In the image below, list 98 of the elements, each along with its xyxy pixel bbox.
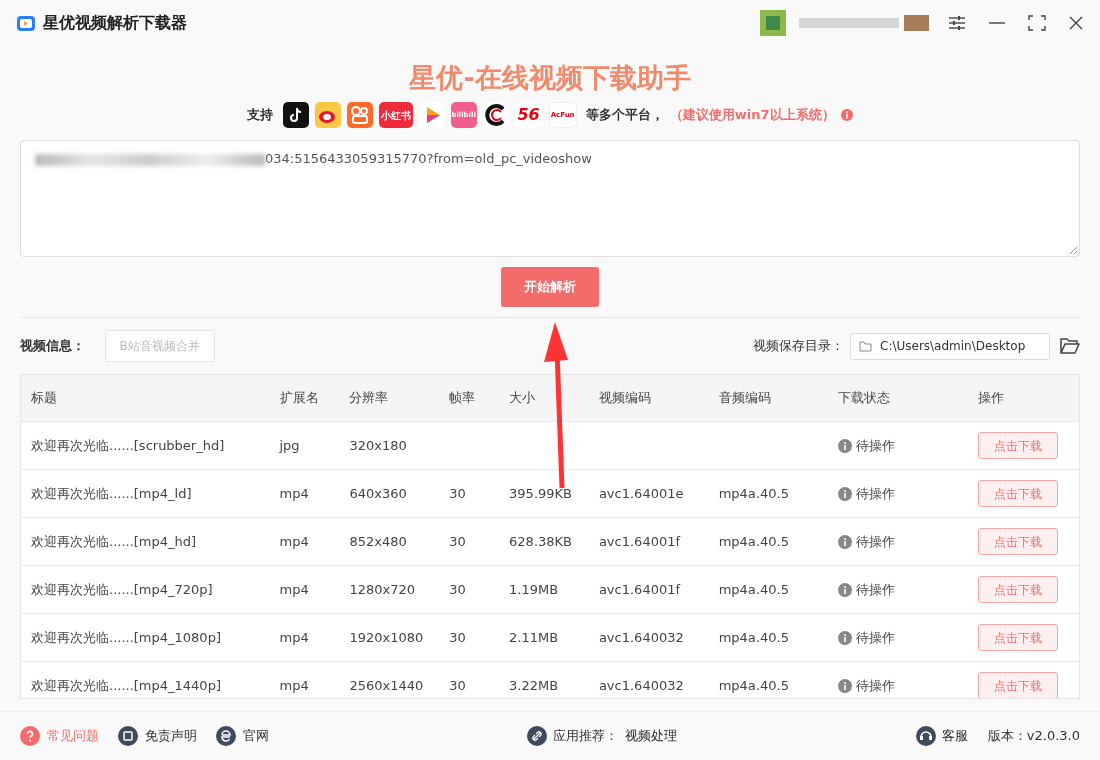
folder-icon: [859, 340, 872, 352]
download-button[interactable]: 点击下载: [978, 480, 1059, 507]
status-text: 待操作: [855, 676, 895, 695]
status-text: 待操作: [855, 436, 895, 455]
table-cell-text: 1920x1080: [348, 628, 425, 647]
app-heading: 星优-在线视频下载助手: [408, 61, 692, 95]
column-header: 视频编码: [597, 389, 652, 408]
download-button[interactable]: 点击下载: [978, 432, 1059, 459]
column-header: 分辨率: [348, 389, 390, 408]
column-header: 扩展名: [278, 389, 320, 408]
avatar-icon: [759, 10, 786, 36]
table-cell-text: 2.11MB: [508, 628, 560, 647]
table-cell-text: 3.22MB: [508, 676, 560, 695]
info-icon: [838, 486, 853, 501]
link-icon: [526, 725, 547, 746]
column-header: 操作: [977, 389, 1006, 408]
platforms-text: 等多个平台，: [585, 106, 664, 125]
save-path-field[interactable]: C:\Users\admin\Desktop: [850, 332, 1050, 360]
url-text: 034:5156433059315770?from=old_pc_videoshow: [265, 151, 592, 166]
download-button[interactable]: 点击下载: [978, 528, 1059, 555]
column-header: 音频编码: [717, 389, 772, 408]
table-cell-text: mp4a.40.5: [717, 484, 790, 503]
column-header: 帧率: [448, 389, 477, 408]
table-cell-text: 320x180: [348, 436, 408, 455]
table-cell-text: avc1.640032: [597, 676, 685, 695]
save-dir-label: 视频保存目录：: [752, 337, 844, 356]
table-cell-text: 640x360: [348, 484, 408, 503]
parse-button[interactable]: 开始解析: [501, 267, 599, 307]
resize-grip-icon: [1069, 246, 1077, 254]
table-cell-text: jpg: [278, 436, 301, 455]
table-cell-text: mp4: [278, 532, 310, 551]
info-icon: [838, 534, 853, 549]
table-cell-text: 30: [448, 532, 467, 551]
table-cell-text: 30: [448, 628, 467, 647]
table-cell-text: 欢迎再次光临......[mp4_1080p]: [30, 628, 222, 647]
table-cell-text: 2560x1440: [348, 676, 425, 695]
table-cell-text: mp4a.40.5: [717, 628, 790, 647]
column-header: 大小: [508, 389, 537, 408]
column-header: 标题: [30, 389, 58, 408]
system-note: （建议使用win7以上系统）: [669, 106, 835, 125]
platform-logo: 56: [514, 102, 543, 128]
table-cell-text: mp4: [278, 580, 310, 599]
app-logo-icon: [16, 13, 36, 33]
table-cell-text: 628.38KB: [508, 532, 573, 551]
settings-icon[interactable]: [948, 15, 966, 31]
download-button[interactable]: 点击下载: [978, 576, 1059, 603]
maximize-icon[interactable]: [1028, 15, 1046, 31]
download-button[interactable]: 点击下载: [978, 624, 1059, 651]
table-cell-text: mp4: [278, 628, 310, 647]
info-icon: [840, 109, 853, 121]
status-text: 待操作: [855, 580, 895, 599]
table-cell-text: avc1.640032: [597, 628, 685, 647]
recommend-label: 应用推荐：: [553, 726, 619, 745]
table-cell-text: mp4a.40.5: [717, 580, 790, 599]
window-title: 星优视频解析下载器: [42, 12, 187, 34]
footer-link[interactable]: 免责声明: [144, 725, 197, 746]
info-icon: [838, 438, 853, 453]
footer-link[interactable]: 官网: [242, 725, 269, 746]
table-cell-text: 30: [448, 580, 467, 599]
info-icon: [838, 630, 853, 645]
service-link[interactable]: 客服: [942, 725, 969, 746]
table-cell-text: mp4: [278, 484, 310, 503]
c-logo-icon: [482, 102, 509, 128]
video-info-label: 视频信息：: [20, 337, 85, 356]
status-text: 待操作: [855, 628, 895, 647]
info-icon: [838, 582, 853, 597]
table-cell-text: 欢迎再次光临......[mp4_1440p]: [30, 676, 222, 695]
footer-link[interactable]: 常见问题: [46, 725, 99, 746]
table-cell-text: 1.19MB: [508, 580, 560, 599]
recommend-link[interactable]: 视频处理: [624, 725, 677, 746]
info-icon: [838, 678, 853, 693]
table-cell-text: mp4a.40.5: [717, 676, 790, 695]
table-cell-text: 欢迎再次光临......[scrubber_hd]: [30, 436, 226, 455]
table-cell-text: 30: [448, 676, 467, 695]
table-cell-text: 1280x720: [348, 580, 416, 599]
close-icon[interactable]: [1068, 15, 1084, 31]
table-cell-text: 30: [448, 484, 467, 503]
support-label: 支持: [247, 106, 274, 125]
play-logo-icon: [418, 102, 445, 128]
table-cell-text: avc1.64001f: [597, 580, 682, 599]
status-text: 待操作: [855, 484, 895, 503]
table-cell-text: avc1.64001f: [597, 532, 682, 551]
headset-icon: [915, 725, 936, 746]
table-cell-text: 852x480: [348, 532, 408, 551]
platform-logo: 小红书: [378, 102, 413, 128]
table-cell-text: avc1.64001e: [597, 484, 685, 503]
table-cell-text: 欢迎再次光临......[mp4_hd]: [30, 532, 198, 551]
table-cell-text: mp4: [278, 676, 310, 695]
table-cell-text: 欢迎再次光临......[mp4_720p]: [30, 580, 214, 599]
table-cell-text: mp4a.40.5: [717, 532, 790, 551]
version-text: 版本：v2.0.3.0: [987, 726, 1080, 745]
column-header: 下载状态: [837, 389, 892, 408]
url-input-field[interactable]: 034:5156433059315770?from=old_pc_videoshow: [20, 140, 1080, 257]
table-cell-text: 395.99KB: [508, 484, 573, 503]
status-text: 待操作: [855, 532, 895, 551]
folder-icon[interactable]: [1060, 337, 1080, 355]
download-button[interactable]: 点击下载: [978, 672, 1059, 698]
table-cell-text: 欢迎再次光临......[mp4_ld]: [30, 484, 193, 503]
